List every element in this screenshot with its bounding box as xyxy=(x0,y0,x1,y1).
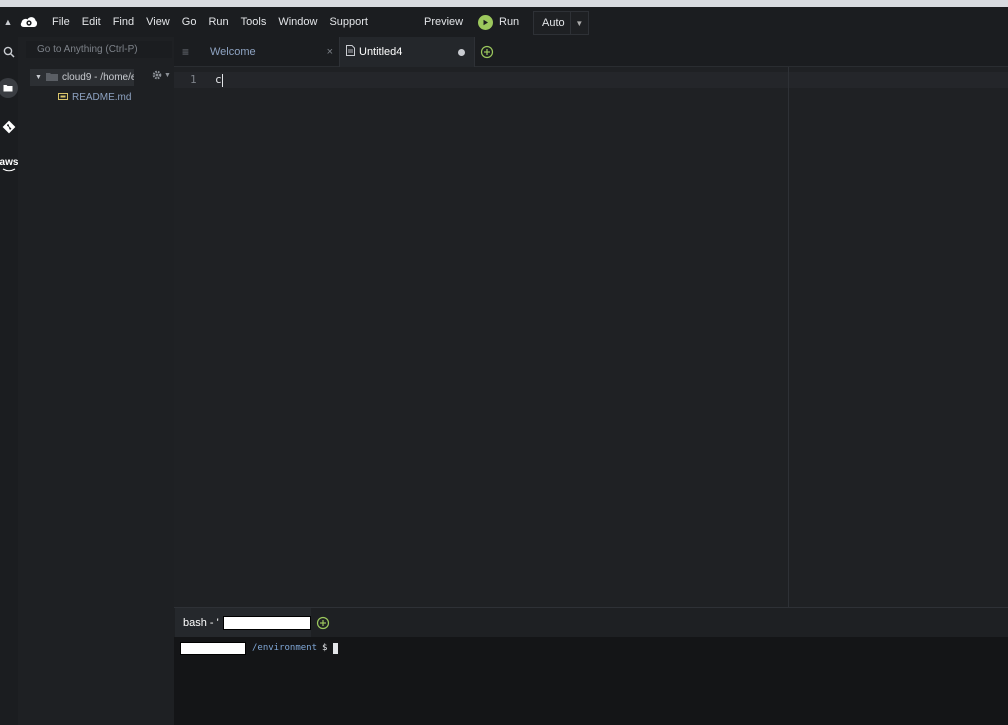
runner-value: Auto xyxy=(542,17,565,29)
terminal-line[interactable]: /environment $ xyxy=(180,641,339,655)
unsaved-dot-icon[interactable] xyxy=(458,48,465,56)
chevron-down-icon[interactable]: ▼ xyxy=(569,12,588,34)
menu-tools[interactable]: Tools xyxy=(235,7,273,37)
menu-edit[interactable]: Edit xyxy=(76,7,107,37)
cloud9-logo-icon[interactable] xyxy=(16,7,42,37)
tab-untitled4-label: Untitled4 xyxy=(359,46,403,58)
terminal-tab-bar: bash - ' xyxy=(174,608,1008,637)
menu-view[interactable]: View xyxy=(140,7,176,37)
menu-run[interactable]: Run xyxy=(202,7,234,37)
file-icon xyxy=(346,45,355,59)
terminal-panel: bash - ' /environment $ xyxy=(174,607,1008,725)
runner-select[interactable]: Auto ▼ xyxy=(533,11,589,35)
chevron-down-icon[interactable]: ▼ xyxy=(35,74,42,81)
add-terminal-icon[interactable] xyxy=(316,616,330,630)
terminal-prompt: $ xyxy=(322,643,328,653)
aws-label: aws xyxy=(0,157,19,168)
gear-icon[interactable]: ▼ xyxy=(151,68,171,82)
tab-bash-label: bash - ' xyxy=(183,616,219,629)
print-margin xyxy=(788,67,789,607)
terminal-path: /environment xyxy=(252,643,318,653)
add-tab-icon[interactable] xyxy=(480,45,494,59)
menu-file[interactable]: File xyxy=(46,7,76,37)
goto-anything-input[interactable]: Go to Anything (Ctrl-P) xyxy=(26,41,172,58)
aws-icon[interactable]: aws xyxy=(0,153,20,177)
run-button[interactable]: Run xyxy=(478,7,519,37)
editor-tab-bar: ≡ Welcome × Untitled4 xyxy=(174,37,1008,67)
git-icon[interactable] xyxy=(0,115,18,139)
search-icon[interactable] xyxy=(0,40,18,64)
menu-go[interactable]: Go xyxy=(176,7,203,37)
tree-file-readme[interactable]: README.md xyxy=(58,89,131,105)
play-icon xyxy=(478,14,493,30)
code-editor[interactable]: 1 c xyxy=(174,67,1008,607)
collapse-menu-icon[interactable]: ▲ xyxy=(0,7,16,37)
tab-welcome-label: Welcome xyxy=(210,46,256,58)
preview-button[interactable]: Preview xyxy=(416,7,471,37)
terminal-cursor xyxy=(333,642,339,654)
tab-welcome[interactable]: Welcome × xyxy=(198,38,339,66)
menu-items: File Edit Find View Go Run Tools Window … xyxy=(46,7,374,37)
tree-file-label: README.md xyxy=(72,91,132,103)
folder-icon xyxy=(45,72,58,84)
active-line-highlight xyxy=(174,72,1008,88)
tab-bash[interactable]: bash - ' xyxy=(175,608,311,637)
activity-bar: aws xyxy=(0,37,18,725)
file-tree-panel: Go to Anything (Ctrl-P) ▼ cloud9 - /home… xyxy=(18,37,174,725)
tab-untitled4[interactable]: Untitled4 xyxy=(339,37,475,67)
menu-support[interactable]: Support xyxy=(323,7,374,37)
run-label: Run xyxy=(499,16,520,28)
menu-find[interactable]: Find xyxy=(107,7,140,37)
redacted-block xyxy=(222,615,311,630)
menu-window[interactable]: Window xyxy=(272,7,323,37)
menu-bar: ▲ File Edit Find View Go Run Tools Windo… xyxy=(0,7,1008,37)
environment-folder-icon[interactable] xyxy=(0,76,20,100)
tabs-menu-icon[interactable]: ≡ xyxy=(182,37,189,67)
close-icon[interactable]: × xyxy=(327,46,333,58)
redacted-block xyxy=(180,641,246,655)
markdown-file-icon xyxy=(58,92,68,103)
code-line[interactable]: c xyxy=(215,72,222,88)
tree-root-label: cloud9 - /home/ec xyxy=(61,72,134,83)
line-gutter xyxy=(174,67,208,607)
tree-root-folder[interactable]: ▼ cloud9 - /home/ec xyxy=(30,69,134,86)
text-caret xyxy=(222,74,223,87)
window-top-strip xyxy=(0,0,1008,7)
line-number: 1 xyxy=(190,73,197,86)
